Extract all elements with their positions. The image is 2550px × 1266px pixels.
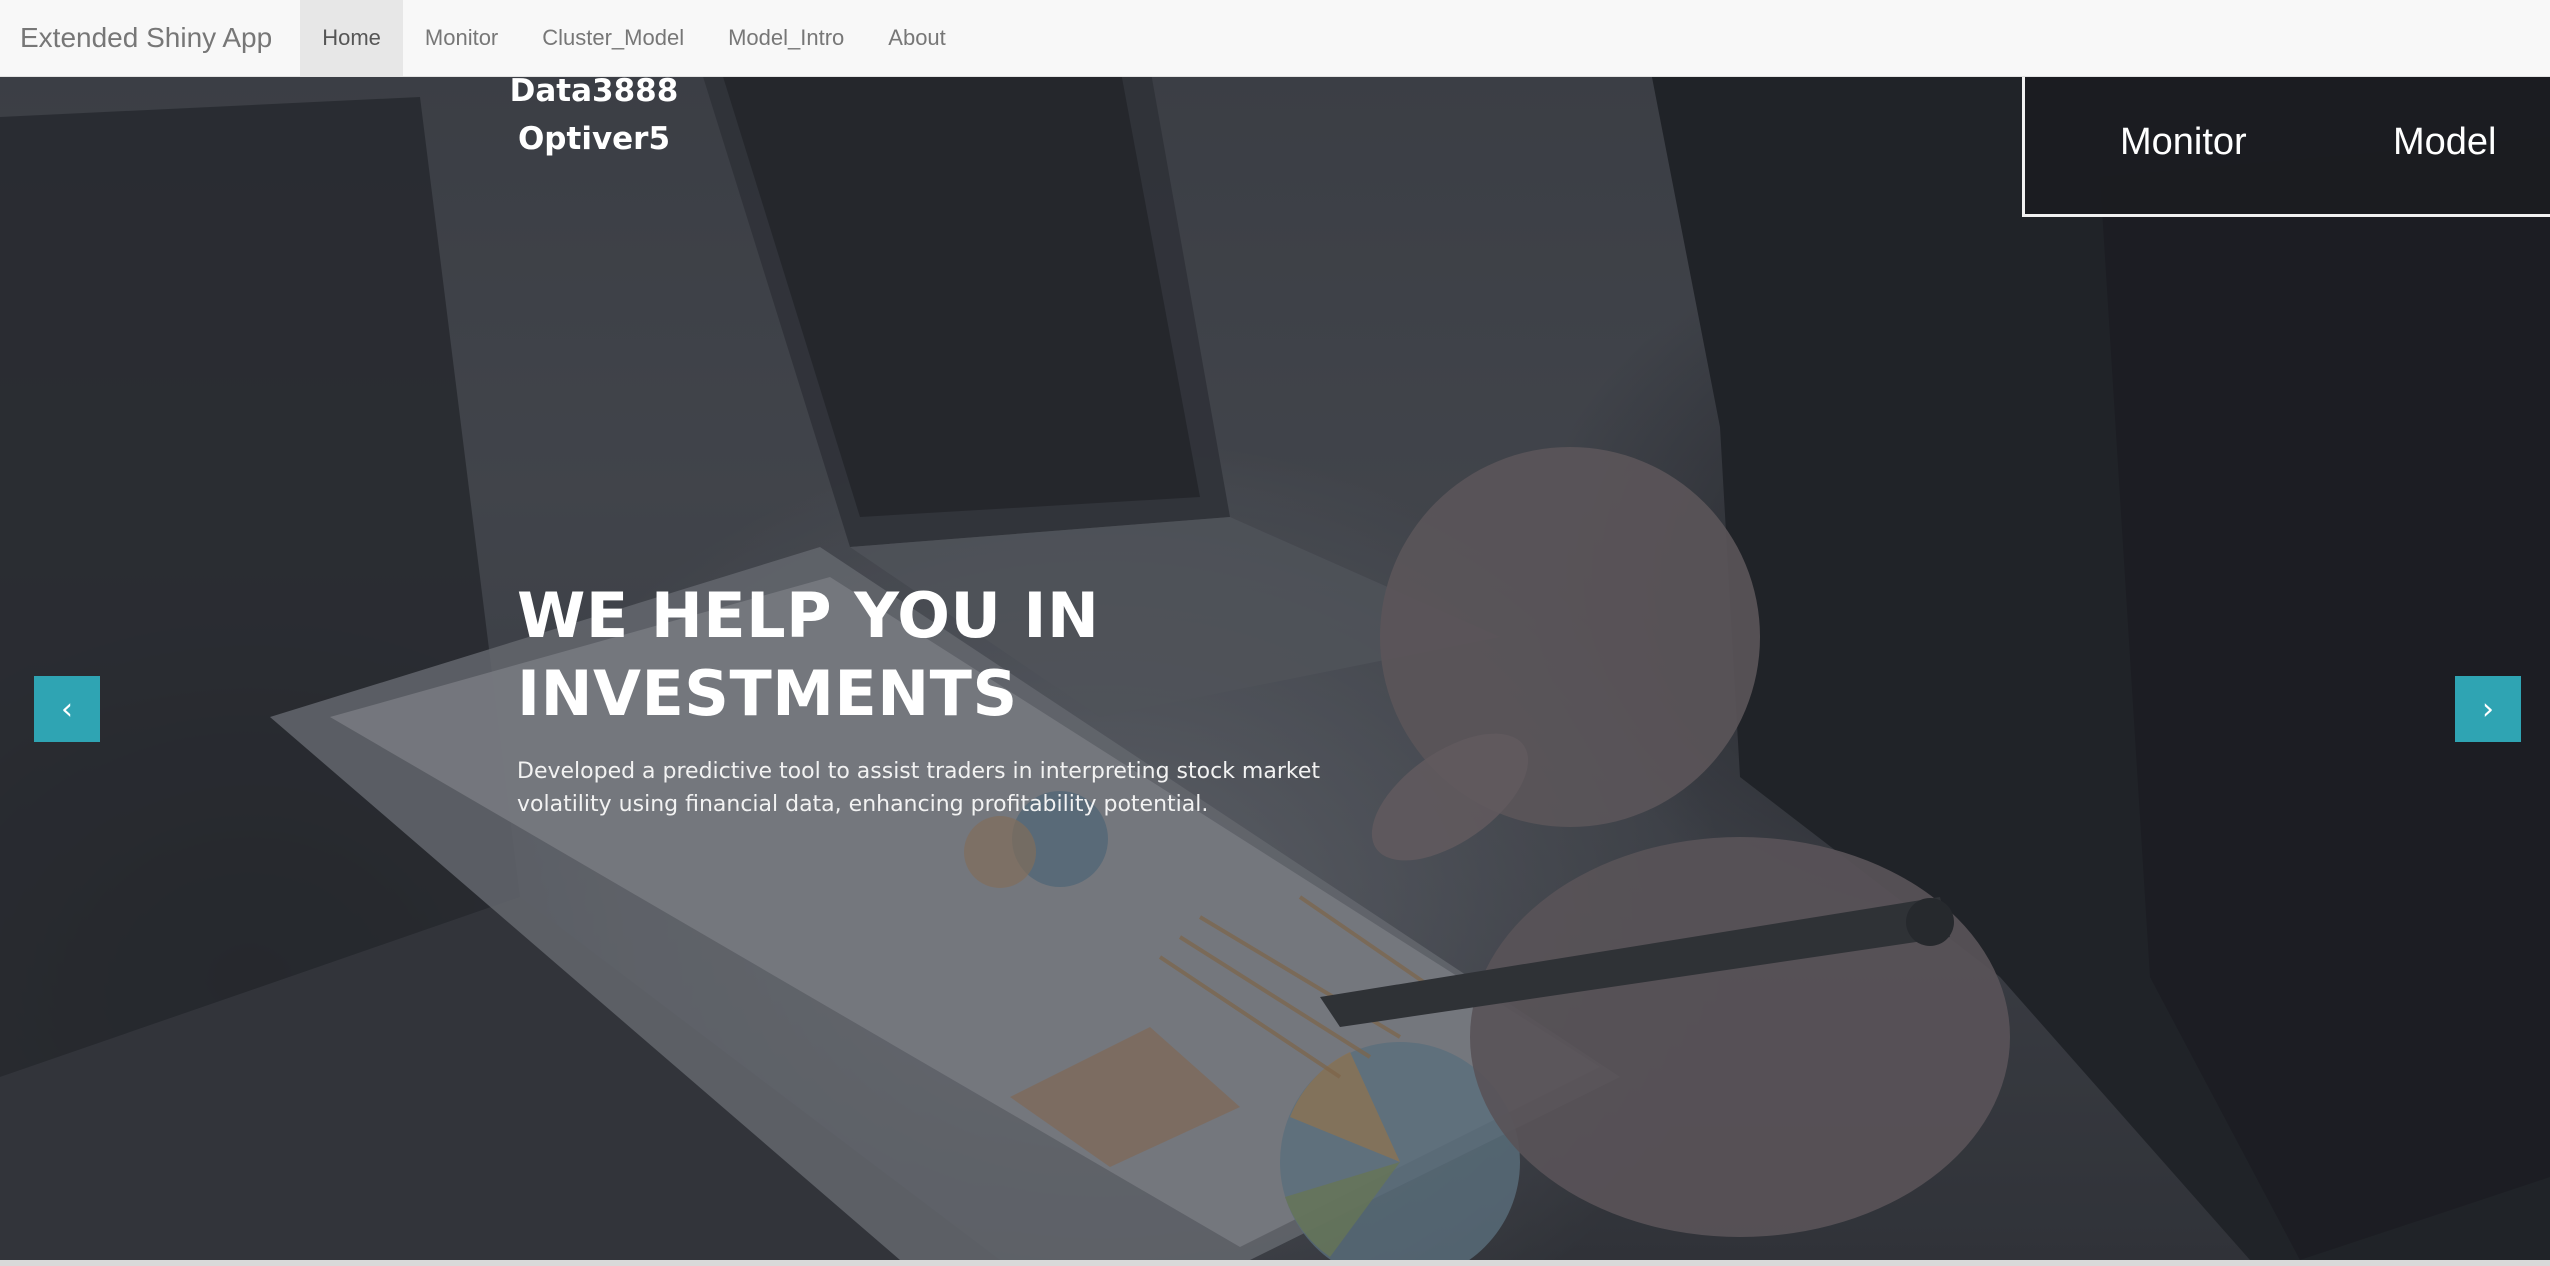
chevron-left-icon: ‹: [61, 691, 73, 727]
logo-line-2: Optiver5: [517, 121, 671, 157]
tab-home[interactable]: Home: [300, 0, 403, 76]
tab-cluster-model[interactable]: Cluster_Model: [520, 0, 706, 76]
tab-monitor[interactable]: Monitor: [403, 0, 520, 76]
carousel-next-button[interactable]: ›: [2455, 676, 2521, 742]
hero-headline: WE HELP YOU IN INVESTMENTS: [517, 579, 1100, 730]
hero-carousel: Data3888 Optiver5 Monitor Model WE HELP …: [0, 77, 2550, 1260]
hero-description: Developed a predictive tool to assist tr…: [517, 759, 1320, 817]
chevron-right-icon: ›: [2482, 691, 2494, 727]
monitor-link-button[interactable]: Monitor: [2120, 121, 2247, 164]
nav-tabs: Home Monitor Cluster_Model Model_Intro A…: [294, 0, 968, 76]
model-link-button[interactable]: Model: [2393, 121, 2497, 164]
tab-about[interactable]: About: [866, 0, 968, 76]
app-brand[interactable]: Extended Shiny App: [0, 0, 294, 76]
quick-links-panel: Monitor Model: [2022, 77, 2550, 217]
project-logo: Data3888 Optiver5: [506, 77, 682, 163]
hero-caption: WE HELP YOU IN INVESTMENTS Developed a p…: [517, 577, 1517, 821]
page-bottom-edge: [0, 1260, 2550, 1266]
tab-model-intro[interactable]: Model_Intro: [706, 0, 866, 76]
carousel-prev-button[interactable]: ‹: [34, 676, 100, 742]
logo-line-1: Data3888: [509, 77, 679, 109]
navbar: Extended Shiny App Home Monitor Cluster_…: [0, 0, 2550, 77]
